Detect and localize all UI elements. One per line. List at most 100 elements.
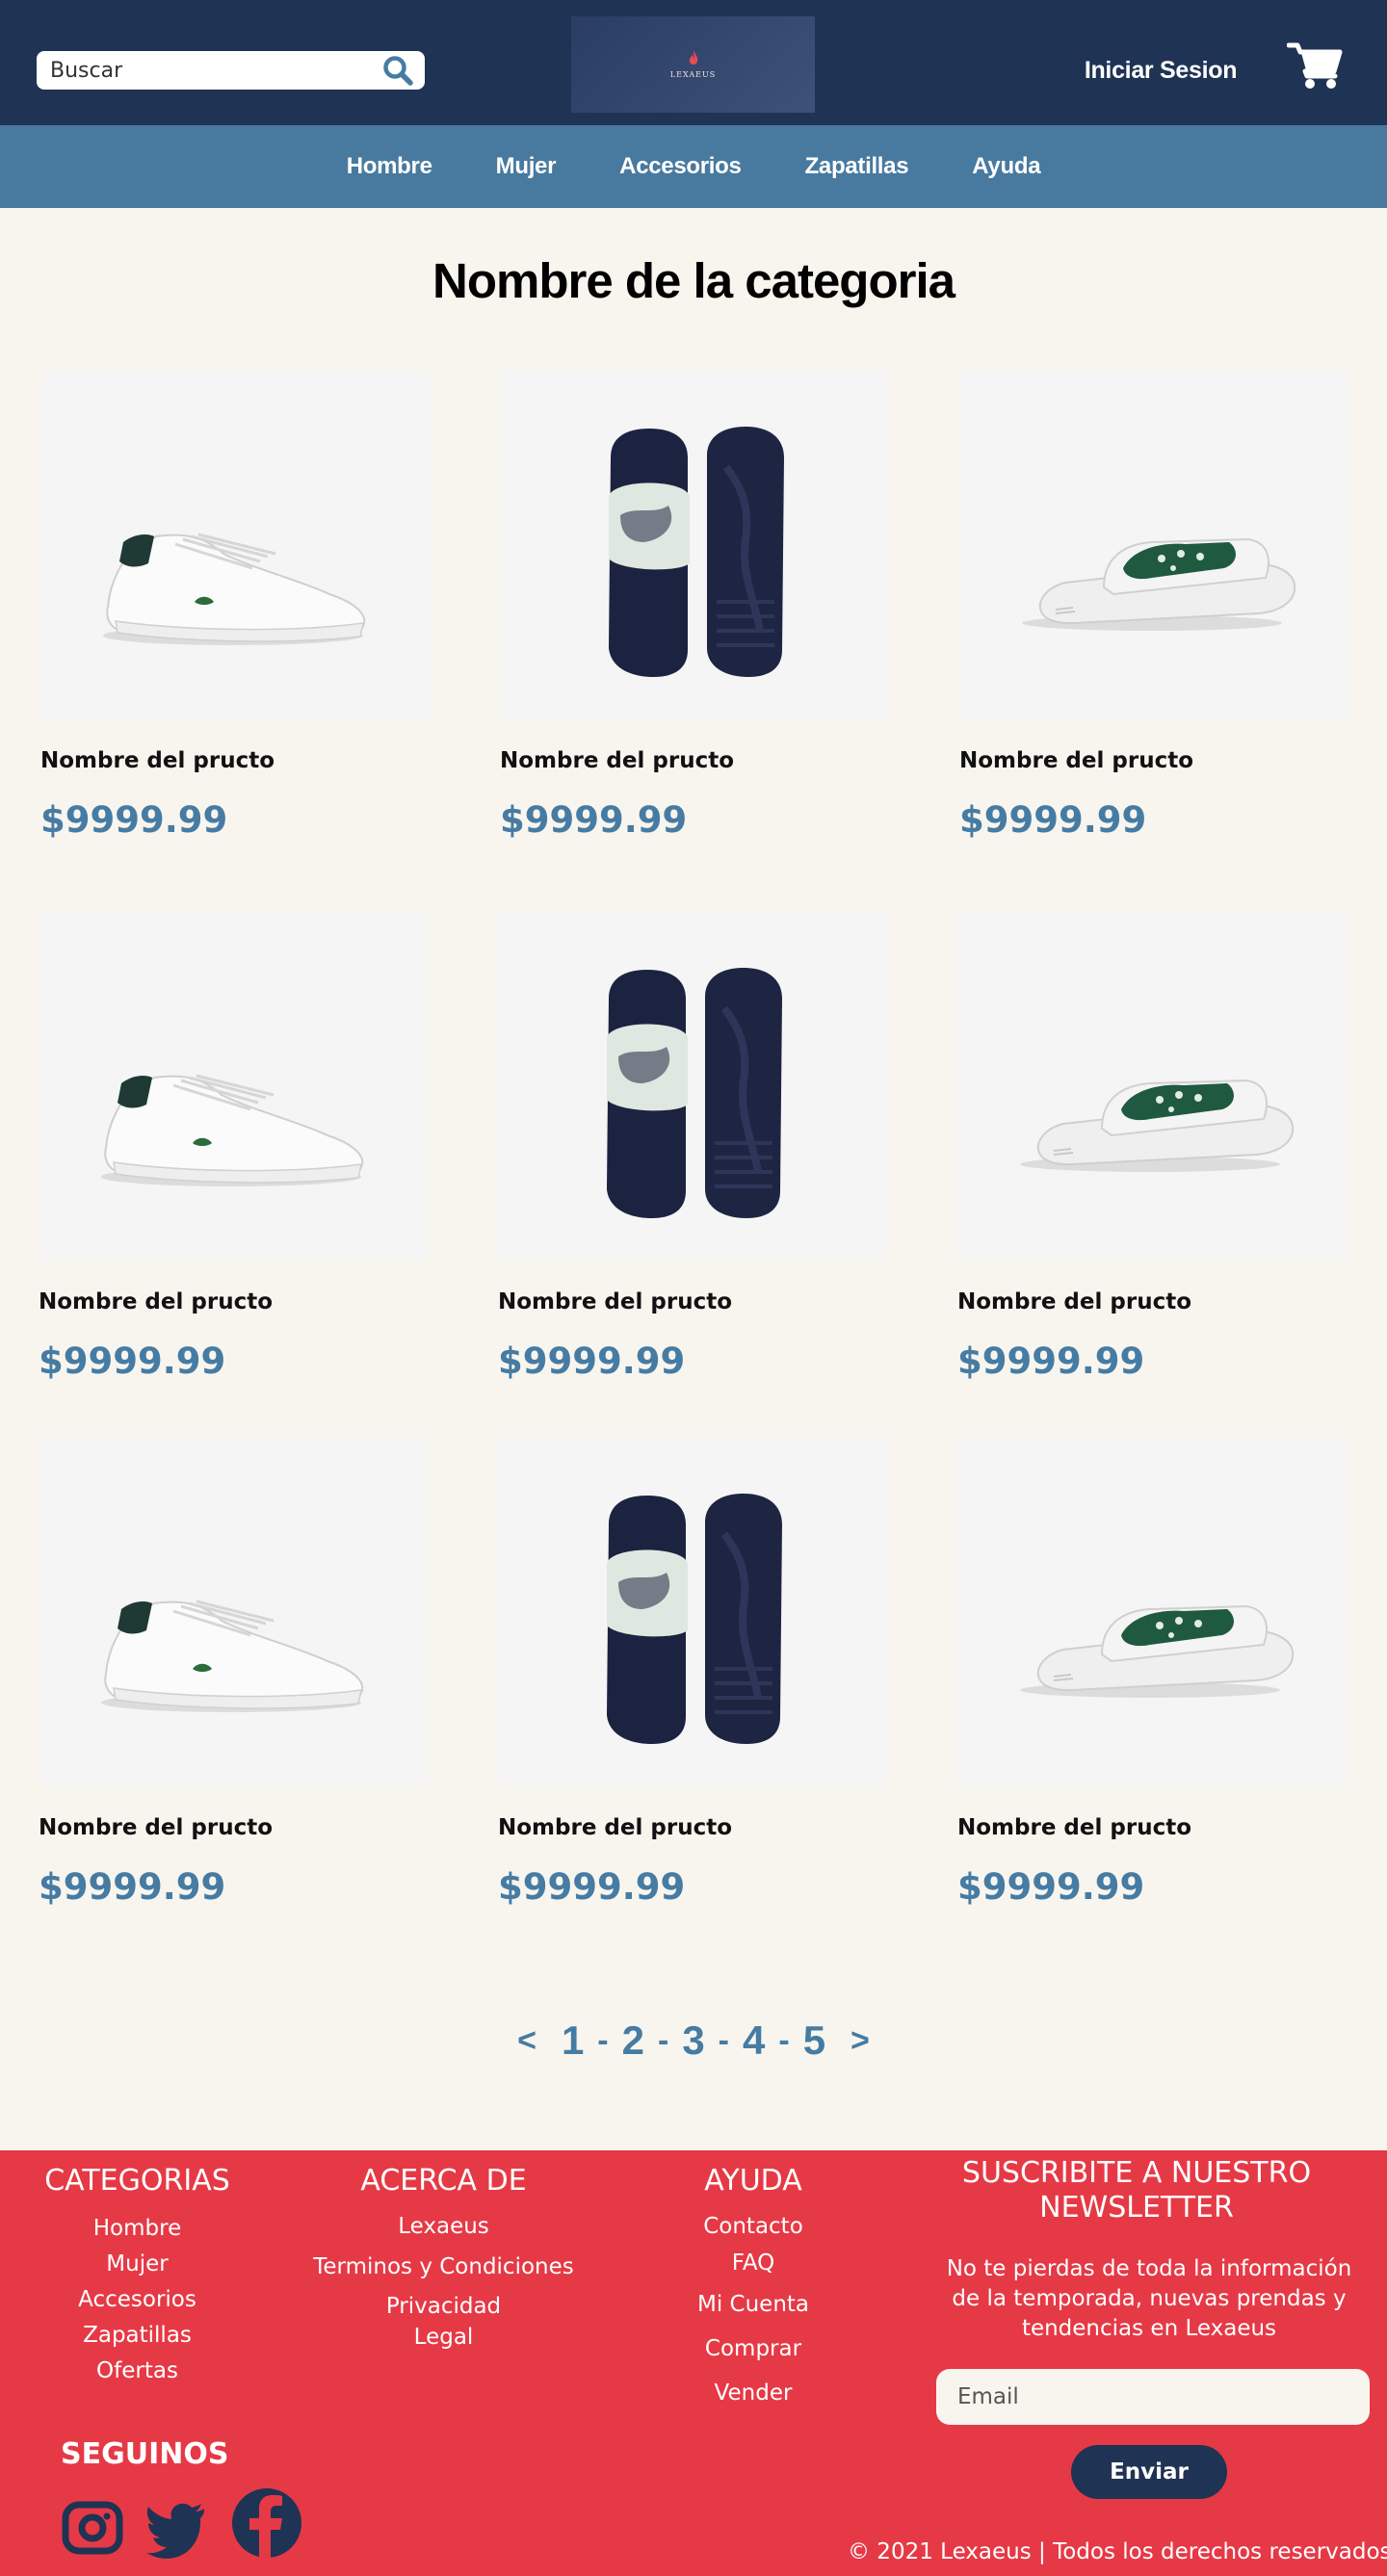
slide-image: [1019, 1605, 1295, 1699]
product-name[interactable]: Nombre del pructo: [39, 1815, 429, 1840]
footer-link-terminos[interactable]: Terminos y Condiciones: [306, 2244, 581, 2290]
product-image[interactable]: [959, 371, 1349, 719]
sneaker-image: [99, 1074, 364, 1188]
facebook-icon: [232, 2488, 301, 2559]
product-price: $9999.99: [500, 799, 688, 841]
social-heading: SEGUINOS: [61, 2437, 229, 2471]
product-name[interactable]: Nombre del pructo: [40, 748, 431, 773]
page-link-1[interactable]: 1: [558, 2017, 588, 2064]
product-price: $9999.99: [39, 1866, 226, 1908]
instagram-link[interactable]: [61, 2495, 124, 2563]
product-name[interactable]: Nombre del pructo: [498, 1289, 888, 1314]
page-separator: -: [718, 2021, 729, 2059]
footer-link-mujer[interactable]: Mujer: [39, 2247, 236, 2282]
product-image[interactable]: [498, 1438, 888, 1786]
footer-link-accesorios[interactable]: Accesorios: [39, 2282, 236, 2318]
product-card[interactable]: Nombre del pructo $9999.99: [40, 371, 431, 841]
footer-link-mi-cuenta[interactable]: Mi Cuenta: [662, 2282, 845, 2327]
product-card[interactable]: Nombre del pructo $9999.99: [500, 371, 890, 841]
brand-logo[interactable]: LEXAEUS: [571, 16, 815, 113]
product-card[interactable]: Nombre del pructo $9999.99: [39, 912, 429, 1382]
nav-item-zapatillas[interactable]: Zapatillas: [805, 153, 909, 180]
slide-image: [1021, 538, 1296, 632]
shopping-cart-icon: [1286, 42, 1343, 89]
prev-page-button[interactable]: <: [496, 2022, 558, 2060]
nav-item-hombre[interactable]: Hombre: [347, 153, 432, 180]
slide-image: [1019, 1080, 1295, 1173]
footer-heading-categorias: CATEGORIAS: [44, 2164, 230, 2198]
product-image[interactable]: [957, 1438, 1348, 1786]
search-button[interactable]: [380, 55, 415, 86]
page-link-4[interactable]: 4: [739, 2017, 769, 2064]
twitter-icon: [146, 2503, 204, 2559]
product-image[interactable]: [39, 912, 429, 1261]
newsletter-submit-button[interactable]: Enviar: [1071, 2445, 1227, 2499]
footer-link-vender[interactable]: Vender: [662, 2371, 845, 2415]
sneaker-image: [99, 1600, 364, 1714]
nav-item-ayuda[interactable]: Ayuda: [972, 153, 1040, 180]
footer-ayuda: AYUDA Contacto FAQ Mi Cuenta Comprar Ven…: [662, 2164, 845, 2415]
footer-link-lexaeus[interactable]: Lexaeus: [306, 2209, 581, 2244]
footer-link-faq[interactable]: FAQ: [662, 2244, 845, 2282]
product-name[interactable]: Nombre del pructo: [957, 1289, 1348, 1314]
product-image[interactable]: [500, 371, 890, 719]
product-price: $9999.99: [498, 1866, 686, 1908]
nav-item-mujer[interactable]: Mujer: [496, 153, 557, 180]
newsletter-heading-line2: NEWSLETTER: [1039, 2191, 1234, 2225]
next-page-button[interactable]: >: [829, 2022, 891, 2060]
footer-link-privacidad[interactable]: Privacidad: [306, 2290, 581, 2323]
sneaker-image: [101, 533, 366, 647]
twitter-link[interactable]: [144, 2495, 208, 2563]
product-card[interactable]: Nombre del pructo $9999.99: [39, 1438, 429, 1908]
slides-image: [498, 1438, 888, 1786]
newsletter-heading: SUSCRIBITE A NUESTRO NEWSLETTER: [925, 2156, 1348, 2225]
newsletter-description: No te pierdas de toda la información de …: [946, 2256, 1352, 2341]
search-bar: [37, 51, 425, 90]
product-card[interactable]: Nombre del pructo $9999.99: [959, 371, 1349, 841]
product-image[interactable]: [40, 371, 431, 719]
footer-link-comprar[interactable]: Comprar: [662, 2327, 845, 2371]
footer-categorias: CATEGORIAS Hombre Mujer Accesorios Zapat…: [39, 2164, 236, 2389]
footer-link-zapatillas[interactable]: Zapatillas: [39, 2318, 236, 2354]
site-footer: CATEGORIAS Hombre Mujer Accesorios Zapat…: [0, 2150, 1387, 2576]
product-name[interactable]: Nombre del pructo: [959, 748, 1349, 773]
search-icon: [383, 56, 413, 86]
footer-link-contacto[interactable]: Contacto: [662, 2209, 845, 2244]
page-separator: -: [778, 2021, 790, 2059]
login-link[interactable]: Iniciar Sesion: [1079, 51, 1243, 90]
product-price: $9999.99: [957, 1340, 1145, 1382]
product-card[interactable]: Nombre del pructo $9999.99: [957, 912, 1348, 1382]
newsletter-heading-line1: SUSCRIBITE A NUESTRO: [961, 2156, 1312, 2190]
product-card[interactable]: Nombre del pructo $9999.99: [957, 1438, 1348, 1908]
nav-item-accesorios[interactable]: Accesorios: [619, 153, 742, 180]
cart-button[interactable]: [1286, 40, 1343, 91]
pagination: < 1 - 2 - 3 - 4 - 5 >: [0, 2017, 1387, 2064]
footer-heading-acerca: ACERCA DE: [360, 2164, 527, 2198]
footer-link-legal[interactable]: Legal: [306, 2323, 581, 2352]
category-title: Nombre de la categoria: [432, 253, 955, 308]
facebook-link[interactable]: [231, 2487, 302, 2563]
product-price: $9999.99: [959, 799, 1147, 841]
product-image[interactable]: [498, 912, 888, 1261]
slides-image: [498, 912, 888, 1261]
product-name[interactable]: Nombre del pructo: [500, 748, 890, 773]
product-price: $9999.99: [40, 799, 228, 841]
product-name[interactable]: Nombre del pructo: [957, 1815, 1348, 1840]
product-image[interactable]: [39, 1438, 429, 1786]
product-price: $9999.99: [498, 1340, 686, 1382]
product-card[interactable]: Nombre del pructo $9999.99: [498, 1438, 888, 1908]
product-name[interactable]: Nombre del pructo: [498, 1815, 888, 1840]
product-card[interactable]: Nombre del pructo $9999.99: [498, 912, 888, 1382]
page-link-5[interactable]: 5: [799, 2017, 829, 2064]
search-input[interactable]: [50, 56, 378, 85]
product-name[interactable]: Nombre del pructo: [39, 1289, 429, 1314]
product-image[interactable]: [957, 912, 1348, 1261]
newsletter-email-input[interactable]: [936, 2369, 1370, 2425]
product-price: $9999.99: [957, 1866, 1145, 1908]
page-link-2[interactable]: 2: [618, 2017, 648, 2064]
page-link-3[interactable]: 3: [678, 2017, 708, 2064]
footer-heading-ayuda: AYUDA: [704, 2164, 802, 2198]
flame-icon: [689, 50, 697, 65]
footer-link-ofertas[interactable]: Ofertas: [39, 2354, 236, 2389]
footer-link-hombre[interactable]: Hombre: [39, 2211, 236, 2247]
